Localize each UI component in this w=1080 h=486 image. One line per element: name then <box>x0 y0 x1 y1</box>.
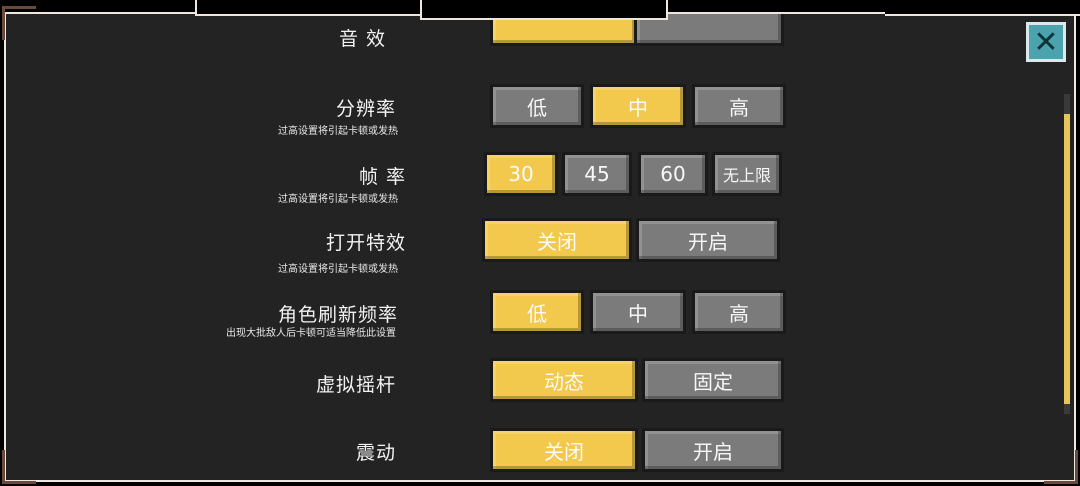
framerate-hint: 过高设置将引起卡顿或发热 <box>278 194 398 205</box>
resolution-low-button[interactable]: 低 <box>490 84 584 128</box>
joystick-dynamic-button[interactable]: 动态 <box>490 358 638 402</box>
effects-off-button[interactable]: 关闭 <box>482 218 632 262</box>
framerate-label: 帧 率 <box>358 166 406 188</box>
framerate-60-button[interactable]: 60 <box>638 152 708 196</box>
sound-label: 音 效 <box>338 28 386 50</box>
refresh-high-button[interactable]: 高 <box>692 290 786 334</box>
top-frame-notch-inner <box>420 0 668 20</box>
refresh-low-button[interactable]: 低 <box>490 290 584 334</box>
close-button[interactable]: ✕ <box>1026 22 1066 62</box>
framerate-45-button[interactable]: 45 <box>562 152 632 196</box>
resolution-mid-button[interactable]: 中 <box>590 84 686 128</box>
joystick-label: 虚拟摇杆 <box>315 374 396 396</box>
settings-panel: 音 效 分辨率 过高设置将引起卡顿或发热 低 中 高 帧 率 过高设置将引起卡顿… <box>4 12 1076 482</box>
resolution-hint: 过高设置将引起卡顿或发热 <box>278 126 398 137</box>
top-frame-right <box>885 0 1080 16</box>
joystick-fixed-button[interactable]: 固定 <box>642 358 784 402</box>
corner-ornament-br <box>1044 450 1078 484</box>
effects-label: 打开特效 <box>325 232 406 254</box>
resolution-high-button[interactable]: 高 <box>692 84 786 128</box>
refresh-label: 角色刷新频率 <box>277 304 398 326</box>
corner-ornament-bl <box>2 450 36 484</box>
resolution-label: 分辨率 <box>335 98 396 120</box>
refresh-hint: 出现大批敌人后卡顿可适当降低此设置 <box>226 328 396 339</box>
close-icon: ✕ <box>1033 24 1059 60</box>
effects-hint: 过高设置将引起卡顿或发热 <box>278 264 398 275</box>
vibration-label: 震动 <box>355 442 396 464</box>
scrollbar-thumb[interactable] <box>1064 114 1070 404</box>
framerate-30-button[interactable]: 30 <box>484 152 558 196</box>
vibration-on-button[interactable]: 开启 <box>642 428 784 472</box>
vibration-off-button[interactable]: 关闭 <box>490 428 638 472</box>
effects-on-button[interactable]: 开启 <box>636 218 780 262</box>
framerate-unlimited-button[interactable]: 无上限 <box>712 152 782 196</box>
refresh-mid-button[interactable]: 中 <box>590 290 686 334</box>
corner-ornament-tl <box>2 6 36 40</box>
